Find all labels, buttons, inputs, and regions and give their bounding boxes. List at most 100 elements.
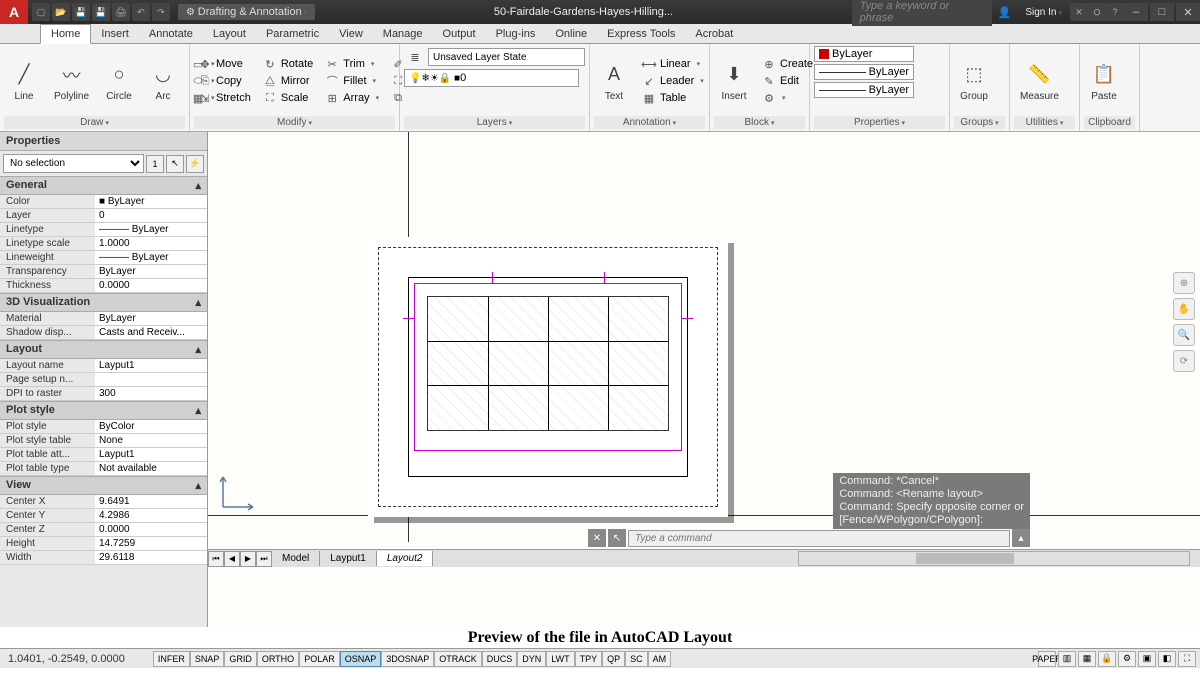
- redo-icon[interactable]: ↷: [152, 3, 170, 21]
- panel-block-title[interactable]: Block: [714, 116, 805, 129]
- fillet-button[interactable]: ⌒Fillet: [321, 73, 383, 89]
- text-button[interactable]: AText: [594, 59, 634, 104]
- prop-section-view[interactable]: View▴: [0, 476, 207, 495]
- toggle-infer[interactable]: INFER: [153, 651, 190, 667]
- zoom-button[interactable]: 🔍: [1173, 324, 1195, 346]
- toggle-dyn[interactable]: DYN: [517, 651, 546, 667]
- command-input[interactable]: [628, 530, 1010, 547]
- open-icon[interactable]: 📂: [52, 3, 70, 21]
- drawing-canvas[interactable]: ⊕ ✋ 🔍 ⟳ Command: *Cancel* Command: <Rena…: [208, 132, 1200, 627]
- prev-tab-button[interactable]: ◀: [224, 551, 240, 567]
- measure-button[interactable]: 📏Measure: [1014, 59, 1065, 104]
- toggle-osnap[interactable]: OSNAP: [340, 651, 382, 667]
- first-tab-button[interactable]: ⏮: [208, 551, 224, 567]
- leader-button[interactable]: ↙Leader: [638, 73, 708, 89]
- trim-button[interactable]: ✂Trim: [321, 56, 383, 72]
- prop-value[interactable]: Not available: [95, 462, 207, 475]
- clean-screen-button[interactable]: ⛶: [1178, 651, 1196, 667]
- plot-icon[interactable]: 🖨: [112, 3, 130, 21]
- prop-value[interactable]: 9.6491: [95, 495, 207, 508]
- fullnav-button[interactable]: ⊕: [1173, 272, 1195, 294]
- copy-button[interactable]: ⎘Copy: [194, 73, 255, 89]
- tab-view[interactable]: View: [329, 25, 373, 43]
- panel-properties-title[interactable]: Properties: [814, 116, 945, 129]
- prop-section-general[interactable]: General▴: [0, 176, 207, 195]
- linetype-dropdown[interactable]: ByLayer: [814, 82, 914, 98]
- workspace-switch-button[interactable]: ⚙: [1118, 651, 1136, 667]
- prop-value[interactable]: ■ ByLayer: [95, 195, 207, 208]
- prop-section-plot[interactable]: Plot style▴: [0, 401, 207, 420]
- scroll-thumb[interactable]: [916, 553, 1014, 564]
- close-cmdline-button[interactable]: ✕: [588, 529, 606, 547]
- panel-clipboard-title[interactable]: Clipboard: [1084, 116, 1135, 129]
- panel-groups-title[interactable]: Groups: [954, 116, 1005, 129]
- autodesk360-icon[interactable]: ⛭: [1088, 3, 1106, 21]
- tab-home[interactable]: Home: [40, 24, 91, 44]
- tab-manage[interactable]: Manage: [373, 25, 433, 43]
- prop-value[interactable]: ByLayer: [95, 312, 207, 325]
- model-tab[interactable]: Model: [272, 551, 320, 566]
- line-button[interactable]: ╱Line: [4, 59, 44, 104]
- tab-output[interactable]: Output: [433, 25, 486, 43]
- prop-value[interactable]: ——— ByLayer: [95, 251, 207, 264]
- prop-value[interactable]: 0.0000: [95, 279, 207, 292]
- next-tab-button[interactable]: ▶: [240, 551, 256, 567]
- layer-dropdown[interactable]: 💡❄☀🔒 ■ 0: [404, 69, 579, 87]
- prop-value[interactable]: ——— ByLayer: [95, 223, 207, 236]
- last-tab-button[interactable]: ⏭: [256, 551, 272, 567]
- move-button[interactable]: ✥Move: [194, 56, 255, 72]
- tab-parametric[interactable]: Parametric: [256, 25, 329, 43]
- saveas-icon[interactable]: 💾: [92, 3, 110, 21]
- prop-value[interactable]: 29.6118: [95, 551, 207, 564]
- horizontal-scrollbar[interactable]: [798, 551, 1190, 566]
- isolate-objects-button[interactable]: ◧: [1158, 651, 1176, 667]
- lineweight-dropdown[interactable]: ByLayer: [814, 64, 914, 80]
- group-button[interactable]: ⬚Group: [954, 59, 994, 104]
- panel-utilities-title[interactable]: Utilities: [1014, 116, 1075, 129]
- customize-cmdline-button[interactable]: ↖: [608, 529, 626, 547]
- cmdline-history-button[interactable]: ▴: [1012, 529, 1030, 547]
- layout1-tab[interactable]: Layput1: [320, 551, 377, 566]
- layerprops-button[interactable]: ≣: [404, 48, 426, 66]
- scale-button[interactable]: ⛶Scale: [259, 90, 317, 106]
- app-menu-icon[interactable]: A: [0, 0, 28, 24]
- toggle-sc[interactable]: SC: [625, 651, 648, 667]
- layerstate-dropdown[interactable]: Unsaved Layer State: [428, 48, 585, 66]
- toggle-qp[interactable]: QP: [602, 651, 625, 667]
- prop-value[interactable]: [95, 373, 207, 386]
- quickview-layouts-button[interactable]: ▥: [1058, 651, 1076, 667]
- editattr-button[interactable]: ⚙: [758, 90, 817, 106]
- toggle-snap[interactable]: SNAP: [190, 651, 225, 667]
- tab-plugins[interactable]: Plug-ins: [486, 25, 546, 43]
- search-input[interactable]: Type a keyword or phrase: [852, 0, 992, 26]
- quickview-drawings-button[interactable]: ▦: [1078, 651, 1096, 667]
- color-dropdown[interactable]: ByLayer: [814, 46, 914, 62]
- linear-button[interactable]: ⟷Linear: [638, 56, 708, 72]
- panel-draw-title[interactable]: Draw: [4, 116, 185, 129]
- prop-section-vis3d[interactable]: 3D Visualization▴: [0, 293, 207, 312]
- panel-modify-title[interactable]: Modify: [194, 116, 395, 129]
- new-icon[interactable]: ▢: [32, 3, 50, 21]
- toggle-polar[interactable]: POLAR: [299, 651, 340, 667]
- prop-section-layout[interactable]: Layout▴: [0, 340, 207, 359]
- prop-value[interactable]: 300: [95, 387, 207, 400]
- prop-value[interactable]: 4.2986: [95, 509, 207, 522]
- polyline-button[interactable]: 〰Polyline: [48, 59, 95, 104]
- prop-value[interactable]: ByColor: [95, 420, 207, 433]
- toggle-ortho[interactable]: ORTHO: [257, 651, 299, 667]
- stretch-button[interactable]: ⇲Stretch: [194, 90, 255, 106]
- layout2-tab[interactable]: Layout2: [377, 551, 434, 566]
- signin-button[interactable]: Sign In: [1025, 7, 1062, 18]
- selection-dropdown[interactable]: No selection: [3, 154, 144, 173]
- toggle-pickadd-button[interactable]: 1: [146, 155, 164, 173]
- undo-icon[interactable]: ↶: [132, 3, 150, 21]
- minimize-button[interactable]: –: [1124, 3, 1148, 21]
- exchange-icon[interactable]: ✕: [1070, 3, 1088, 21]
- prop-value[interactable]: None: [95, 434, 207, 447]
- pan-button[interactable]: ✋: [1173, 298, 1195, 320]
- paste-button[interactable]: 📋Paste: [1084, 59, 1124, 104]
- toggle-lwt[interactable]: LWT: [546, 651, 574, 667]
- orbit-button[interactable]: ⟳: [1173, 350, 1195, 372]
- maximize-button[interactable]: □: [1150, 3, 1174, 21]
- help-icon[interactable]: ?: [1106, 3, 1124, 21]
